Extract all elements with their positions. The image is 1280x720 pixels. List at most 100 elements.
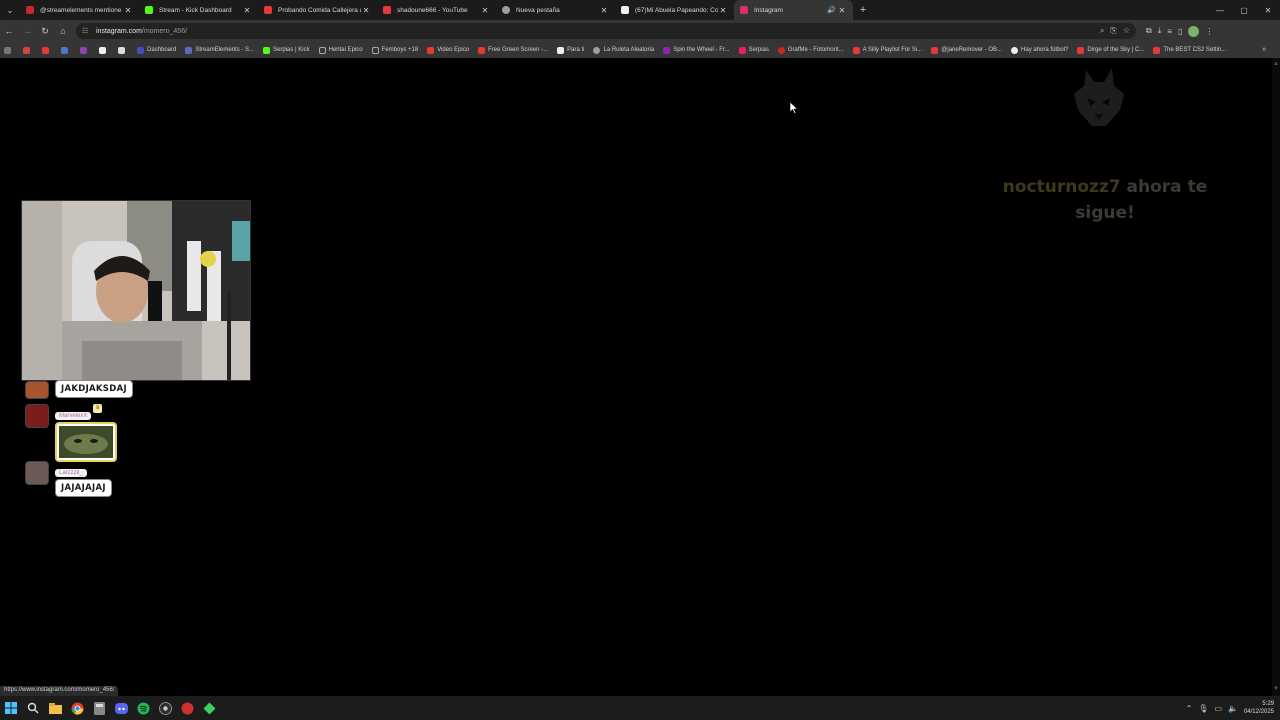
downloads-icon[interactable]: ⤓ bbox=[1158, 26, 1162, 36]
bookmark-favicon bbox=[931, 46, 939, 54]
bookmark-item[interactable]: Serpias bbox=[738, 46, 769, 54]
minimize-icon[interactable]: — bbox=[1208, 0, 1232, 20]
bookmark-favicon bbox=[593, 46, 601, 54]
bookmark-icon-tiktok[interactable] bbox=[118, 46, 128, 54]
tab-nueva-pestana[interactable]: Nueva pestaña ✕ bbox=[496, 0, 615, 20]
obs-icon[interactable] bbox=[154, 697, 176, 719]
calculator-icon[interactable] bbox=[88, 697, 110, 719]
extensions-icon[interactable]: ⧉ bbox=[1146, 26, 1152, 36]
zoom-icon[interactable]: ⌕ bbox=[1100, 26, 1104, 36]
app-green-icon[interactable] bbox=[198, 697, 220, 719]
spotify-icon[interactable] bbox=[132, 697, 154, 719]
chrome-icon[interactable] bbox=[66, 697, 88, 719]
discord-icon[interactable] bbox=[110, 697, 132, 719]
bookmark-label: Hentai Epico bbox=[328, 47, 363, 53]
tab-probando-comida[interactable]: Probando Comida Callejera de ✕ bbox=[258, 0, 377, 20]
new-tab-button[interactable]: + bbox=[853, 4, 873, 16]
close-icon[interactable]: ✕ bbox=[718, 6, 728, 15]
home-icon[interactable]: ⌂ bbox=[54, 20, 72, 42]
bookmarks-overflow-icon[interactable]: » bbox=[1262, 42, 1266, 58]
tab-search-icon[interactable]: ⌄ bbox=[0, 0, 20, 20]
speaker-icon[interactable]: 🔊 bbox=[827, 6, 837, 14]
bookmark-item[interactable]: @janeRemover - OB... bbox=[931, 46, 1002, 54]
sidepanel-icon[interactable]: ▯ bbox=[1178, 27, 1182, 36]
bookmark-item[interactable]: A Silly Playlist For Si... bbox=[852, 46, 922, 54]
tab-favicon bbox=[26, 6, 34, 14]
bookmark-icon-youtube[interactable] bbox=[42, 46, 52, 54]
tab-tiktok[interactable]: (67)Mi Abuela Papeando: Com ✕ bbox=[615, 0, 734, 20]
crown-badge-icon: ♛ bbox=[93, 404, 103, 413]
bookmark-item[interactable]: Free Green Screen -... bbox=[478, 46, 548, 54]
install-icon[interactable]: ⎘ bbox=[1110, 26, 1116, 36]
bookmark-star-icon[interactable]: ☆ bbox=[1123, 26, 1130, 36]
file-explorer-icon[interactable] bbox=[44, 697, 66, 719]
tab-favicon bbox=[740, 6, 748, 14]
bookmark-label: Video Epico bbox=[437, 47, 470, 53]
reload-icon[interactable]: ↻ bbox=[36, 20, 54, 42]
close-icon[interactable]: ✕ bbox=[480, 6, 490, 15]
chat-message: JAKDJAKSDAJ bbox=[25, 380, 133, 399]
bookmark-item[interactable]: GrafMe - Fotomont... bbox=[777, 46, 844, 54]
site-info-icon[interactable]: ☷ bbox=[82, 27, 92, 35]
volume-icon[interactable]: 🔈 bbox=[1228, 704, 1238, 713]
tiktok-icon bbox=[118, 46, 125, 54]
forward-icon[interactable]: → bbox=[18, 20, 36, 42]
bookmark-item[interactable]: StreamElements - S... bbox=[185, 46, 255, 54]
tab-instagram[interactable]: Instagram 🔊 ✕ bbox=[734, 0, 853, 20]
bookmark-folder[interactable]: Femboys +18 bbox=[371, 46, 418, 54]
app-red-icon[interactable] bbox=[176, 697, 198, 719]
start-button[interactable] bbox=[0, 697, 22, 719]
close-icon[interactable]: ✕ bbox=[599, 6, 609, 15]
microphone-icon[interactable]: 🎙 bbox=[1198, 704, 1208, 713]
close-icon[interactable]: ✕ bbox=[361, 6, 371, 15]
chat-body: MarvelexX♛ bbox=[55, 404, 117, 462]
address-bar[interactable]: ☷ instagram.com/momero_456/ ⌕ ⎘ ☆ bbox=[76, 23, 1136, 39]
menu-icon[interactable]: ⋮ bbox=[1205, 27, 1213, 36]
scrollbar[interactable] bbox=[1272, 58, 1280, 696]
bookmark-item[interactable]: Hay ahora fútbol? bbox=[1011, 46, 1069, 54]
bookmark-item[interactable]: The BEST CS2 Settin... bbox=[1153, 46, 1226, 54]
close-icon[interactable]: ✕ bbox=[123, 6, 133, 15]
bookmark-item[interactable]: Dashboard bbox=[137, 46, 176, 54]
network-icon[interactable]: ▭ bbox=[1214, 704, 1222, 713]
bookmark-icon-twitch[interactable] bbox=[80, 46, 90, 54]
profile-avatar[interactable] bbox=[1188, 25, 1200, 37]
close-icon[interactable]: ✕ bbox=[837, 6, 847, 15]
bookmark-label: Hay ahora fútbol? bbox=[1021, 47, 1069, 53]
bookmark-icon-x[interactable] bbox=[99, 46, 109, 54]
chevron-up-icon[interactable]: ⌃ bbox=[1186, 704, 1193, 713]
bookmark-label: Dirge of the Sky | C... bbox=[1087, 47, 1145, 53]
tab-title: shadoune666 - YouTube bbox=[397, 6, 468, 14]
close-window-icon[interactable]: ✕ bbox=[1256, 0, 1280, 20]
bookmark-item[interactable]: Dirge of the Sky | C... bbox=[1077, 46, 1145, 54]
bookmark-favicon bbox=[427, 46, 435, 54]
media-icon[interactable]: ≡ bbox=[1167, 27, 1172, 36]
tab-streamelements[interactable]: @streamelements mentione ✕ bbox=[20, 0, 139, 20]
apps-icon[interactable] bbox=[4, 46, 14, 54]
clock[interactable]: 5:29 04/12/2025 bbox=[1244, 700, 1274, 716]
scroll-up-icon[interactable]: ▲ bbox=[1273, 61, 1279, 67]
bookmark-icon-drive[interactable] bbox=[61, 46, 71, 54]
tab-kick-dashboard[interactable]: Stream - Kick Dashboard ✕ bbox=[139, 0, 258, 20]
chat-emote bbox=[55, 422, 117, 462]
close-icon[interactable]: ✕ bbox=[242, 6, 252, 15]
scroll-down-icon[interactable]: ▼ bbox=[1273, 686, 1279, 692]
bookmark-item[interactable]: Serpias | Kick bbox=[263, 46, 310, 54]
bookmark-item[interactable]: Para ti bbox=[557, 46, 585, 54]
back-icon[interactable]: ← bbox=[0, 20, 18, 42]
maximize-icon[interactable]: ▢ bbox=[1232, 0, 1256, 20]
bookmark-item[interactable]: La Ruleta Aleatoria bbox=[593, 46, 654, 54]
bookmark-favicon bbox=[1153, 46, 1161, 54]
bookmark-label: StreamElements - S... bbox=[195, 47, 255, 53]
chat-text: JAJAJAJAJ bbox=[55, 479, 112, 497]
bookmark-icon-gmail[interactable] bbox=[23, 46, 33, 54]
search-icon[interactable] bbox=[22, 697, 44, 719]
bookmark-label: Para ti bbox=[567, 47, 585, 53]
bookmark-favicon bbox=[852, 46, 860, 54]
windows-icon bbox=[5, 702, 17, 714]
tab-youtube[interactable]: shadoune666 - YouTube ✕ bbox=[377, 0, 496, 20]
bookmark-folder[interactable]: Hentai Epico bbox=[318, 46, 363, 54]
bookmark-item[interactable]: Spin the Wheel - Fr... bbox=[663, 46, 730, 54]
bookmark-item[interactable]: Video Epico bbox=[427, 46, 470, 54]
status-url: https://www.instagram.com/momero_456/ bbox=[0, 686, 119, 696]
